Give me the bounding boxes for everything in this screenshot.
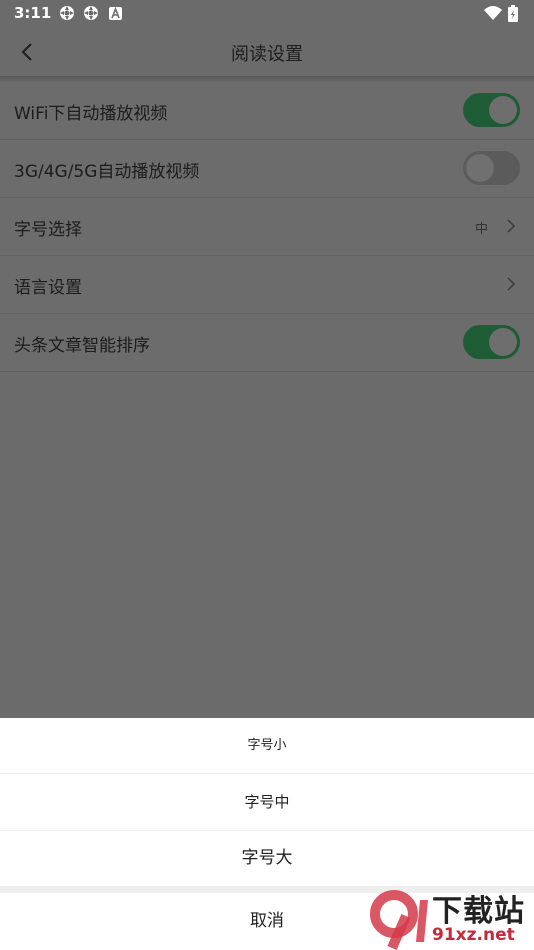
setting-label: 3G/4G/5G自动播放视频 — [14, 162, 200, 182]
toggle-knob — [466, 154, 494, 182]
font-size-value: 中 — [474, 222, 488, 237]
setting-row-font-size[interactable]: 字号选择 中 — [0, 198, 534, 256]
font-size-large-option[interactable]: 字号大 — [0, 831, 534, 886]
page-title: 阅读设置 — [231, 44, 303, 65]
setting-label: 头条文章智能排序 — [14, 336, 150, 356]
chevron-right-icon — [507, 219, 516, 233]
setting-row-wifi-autoplay: WiFi下自动播放视频 — [0, 82, 534, 140]
title-bar: 阅读设置 — [0, 28, 534, 78]
toggle-knob — [489, 328, 517, 356]
watermark-domain: 91xz.net — [432, 925, 515, 945]
status-bar: 3:11 — [0, 0, 534, 28]
setting-label: WiFi下自动播放视频 — [14, 104, 168, 124]
setting-row-language[interactable]: 语言设置 — [0, 256, 534, 314]
wifi-autoplay-toggle[interactable] — [463, 93, 520, 127]
chevron-right-icon — [507, 277, 516, 291]
font-icon — [109, 7, 122, 20]
font-size-small-option[interactable]: 字号小 — [0, 718, 534, 773]
smart-sort-toggle[interactable] — [463, 325, 520, 359]
mobile-autoplay-toggle[interactable] — [463, 151, 520, 185]
settings-list: WiFi下自动播放视频 3G/4G/5G自动播放视频 字号选择 中 语言设置 头… — [0, 82, 534, 372]
watermark-title: 下载站 — [432, 894, 525, 929]
setting-label: 字号选择 — [14, 220, 82, 240]
sync-icon — [60, 6, 74, 20]
setting-label: 语言设置 — [14, 278, 82, 298]
battery-icon — [508, 5, 518, 22]
font-size-medium-option[interactable]: 字号中 — [0, 774, 534, 830]
status-time: 3:11 — [14, 4, 52, 22]
setting-row-smart-sort: 头条文章智能排序 — [0, 314, 534, 372]
toggle-knob — [489, 96, 517, 124]
setting-row-mobile-autoplay: 3G/4G/5G自动播放视频 — [0, 140, 534, 198]
wifi-icon — [484, 6, 502, 20]
sync-icon — [84, 6, 98, 20]
